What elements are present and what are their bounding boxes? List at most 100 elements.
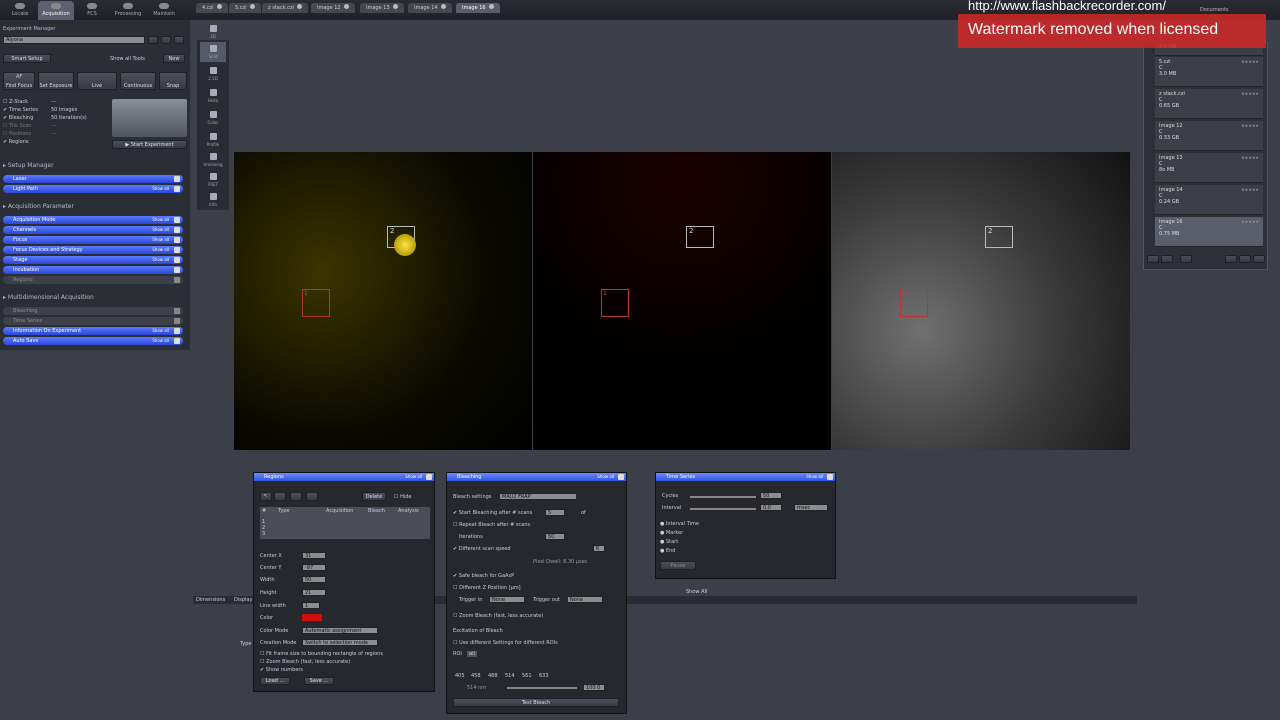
- acquisition-parameter-header[interactable]: ▸ Acquisition Parameter: [3, 203, 74, 210]
- start-bleach-field[interactable]: 5: [545, 509, 565, 516]
- marker-radio[interactable]: ● Marker: [660, 530, 683, 536]
- set-exposure-button[interactable]: Set Exposure: [38, 72, 74, 90]
- hide-checkbox[interactable]: ☐ Hide: [394, 494, 411, 500]
- laser-561[interactable]: 561: [522, 673, 532, 679]
- image-channel-yellow[interactable]: 1 2: [234, 152, 532, 450]
- roi-all-tab[interactable]: all: [467, 651, 477, 657]
- document-entry[interactable]: Image 12 C 0.33 GB ★★★★★: [1155, 121, 1263, 151]
- roi-2[interactable]: 2: [686, 226, 714, 248]
- document-entry[interactable]: Image 13 C 8o MB ★★★★★: [1155, 153, 1263, 183]
- roi-1[interactable]: 1: [601, 289, 629, 317]
- line-width-select[interactable]: 1: [302, 602, 320, 609]
- document-entry[interactable]: 5.czi C 3.0 MB ★★★★★: [1155, 57, 1263, 87]
- doc-detail-view-icon[interactable]: [1253, 255, 1265, 263]
- cycles-field[interactable]: 50: [760, 492, 782, 499]
- interval-slider[interactable]: [690, 508, 756, 510]
- trigger-out-select[interactable]: None: [567, 596, 603, 603]
- view-unmixing-button[interactable]: Unmixing: [200, 150, 226, 170]
- tool-regions[interactable]: Regions: [3, 276, 183, 284]
- time-series-panel-header[interactable]: Time Series Show all: [656, 473, 835, 481]
- tool-channels[interactable]: Channels Show all: [3, 226, 183, 234]
- tool-light-path[interactable]: Light Path Show all: [3, 185, 183, 193]
- repeat-bleach-checkbox[interactable]: ☐ Repeat Bleach after # scans: [453, 522, 530, 528]
- save-icon[interactable]: [161, 36, 171, 44]
- document-entry[interactable]: Image 14 C 0.24 GB ★★★★★: [1155, 185, 1263, 215]
- start-bleach-checkbox[interactable]: ✔ Start Bleaching after # scans: [453, 510, 532, 516]
- view-histo-button[interactable]: Histo: [200, 86, 226, 106]
- iterations-field[interactable]: 50: [545, 533, 565, 540]
- laser-458[interactable]: 458: [471, 673, 481, 679]
- option-positions[interactable]: ☐ Positions: [3, 131, 31, 137]
- laser-514[interactable]: 514: [505, 673, 515, 679]
- setup-manager-header[interactable]: ▸ Setup Manager: [3, 162, 54, 169]
- tool-information-on-experiment[interactable]: Information On Experiment Show all: [3, 327, 183, 335]
- power-slider[interactable]: [507, 687, 577, 689]
- multidimensional-acquisition-header[interactable]: ▸ Multidimensional Acquisition: [3, 294, 94, 301]
- width-field[interactable]: 50: [302, 576, 326, 583]
- module-tab-locate[interactable]: Locate: [2, 1, 38, 20]
- different-speed-checkbox[interactable]: ✔ Different scan speed: [453, 546, 511, 552]
- start-experiment-button[interactable]: ▶ Start Experiment: [112, 140, 187, 149]
- option-time-series[interactable]: ✔ Time Series: [3, 107, 38, 113]
- tab-display[interactable]: Display: [234, 597, 252, 603]
- ellipse-tool-icon[interactable]: [290, 492, 302, 501]
- image-channel-transmitted[interactable]: 1 2: [832, 152, 1130, 450]
- interval-time-radio[interactable]: ● Interval Time: [660, 521, 699, 527]
- zoom-bleach-checkbox[interactable]: ☐ Zoom Bleach (fast, less accurate): [260, 659, 350, 665]
- load-button[interactable]: Load ...: [260, 677, 290, 685]
- bleaching-panel-header[interactable]: Bleaching Show all: [447, 473, 626, 481]
- continuous-button[interactable]: Continuous: [120, 72, 156, 90]
- table-row[interactable]: 3: [262, 531, 265, 537]
- option-bleaching[interactable]: ✔ Bleaching: [3, 115, 33, 121]
- center-x-field[interactable]: 31: [302, 552, 326, 559]
- power-field[interactable]: 100.0: [583, 684, 605, 691]
- tool-auto-save[interactable]: Auto Save Show all: [3, 337, 183, 345]
- zoom-bleach-checkbox[interactable]: ☐ Zoom Bleach (fast, less accurate): [453, 613, 543, 619]
- regions-panel-header[interactable]: Regions Show all: [254, 473, 434, 481]
- show-all-tools-checkbox[interactable]: Show all Tools: [110, 56, 145, 62]
- snap-button[interactable]: Snap: [159, 72, 187, 90]
- pointer-tool-icon[interactable]: ↖: [260, 492, 272, 501]
- menu-icon[interactable]: [174, 36, 184, 44]
- tool-focus[interactable]: Focus Show all: [3, 236, 183, 244]
- delete-button[interactable]: Delete: [362, 492, 386, 501]
- image-tab[interactable]: Image 13: [360, 3, 404, 13]
- laser-633[interactable]: 633: [539, 673, 549, 679]
- option-tile-scan[interactable]: ☐ Tile Scan: [3, 123, 32, 129]
- laser-405[interactable]: 405: [455, 673, 465, 679]
- experiment-name-field[interactable]: Alyona: [3, 36, 145, 44]
- option-zstack[interactable]: ☐ Z-Stack: [3, 99, 28, 105]
- doc-save-icon[interactable]: [1161, 255, 1173, 263]
- view-profile-button[interactable]: Profile: [200, 130, 226, 150]
- laser-488[interactable]: 488: [488, 673, 498, 679]
- view-coloc-button[interactable]: Coloc: [200, 108, 226, 128]
- view-fret-button[interactable]: FRET: [200, 170, 226, 190]
- module-tab-maintain[interactable]: Maintain: [146, 1, 182, 20]
- show-numbers-checkbox[interactable]: ✔ Show numbers: [260, 667, 303, 673]
- tool-bleaching[interactable]: Bleaching: [3, 307, 183, 315]
- module-tab-processing[interactable]: Processing: [110, 1, 146, 20]
- safe-bleach-checkbox[interactable]: ✔ Safe bleach for GaAsP: [453, 573, 514, 579]
- tab-dimensions[interactable]: Dimensions: [196, 597, 225, 603]
- doc-close-icon[interactable]: [1180, 255, 1192, 263]
- height-field[interactable]: 21: [302, 589, 326, 596]
- view-2d-button[interactable]: 2D: [200, 22, 226, 42]
- interval-unit-select[interactable]: msec: [794, 504, 828, 511]
- pause-button[interactable]: Pause: [660, 561, 696, 570]
- view-split-button[interactable]: Split: [200, 42, 226, 62]
- doc-list-view-icon[interactable]: [1225, 255, 1237, 263]
- close-icon[interactable]: [296, 4, 302, 9]
- tool-incubation[interactable]: Incubation: [3, 266, 183, 274]
- doc-grid-view-icon[interactable]: [1239, 255, 1251, 263]
- circle-tool-icon[interactable]: [306, 492, 318, 501]
- fit-frame-checkbox[interactable]: ☐ Fit frame size to bounding rectangle o…: [260, 651, 383, 657]
- tool-acquisition-mode[interactable]: Acquisition Mode Show all: [3, 216, 183, 224]
- folder-icon[interactable]: [148, 36, 158, 44]
- image-tab[interactable]: 4.czi: [196, 3, 228, 13]
- close-icon[interactable]: [343, 4, 349, 9]
- smart-setup-button[interactable]: Smart Setup: [3, 54, 51, 63]
- document-entry[interactable]: z stack.czi C 0.65 GB ★★★★★: [1155, 89, 1263, 119]
- view-2-5d-button[interactable]: 2.5D: [200, 64, 226, 84]
- different-z-checkbox[interactable]: ☐ Different Z Position [µm]: [453, 585, 521, 591]
- image-tab-active[interactable]: Image 16: [456, 3, 500, 13]
